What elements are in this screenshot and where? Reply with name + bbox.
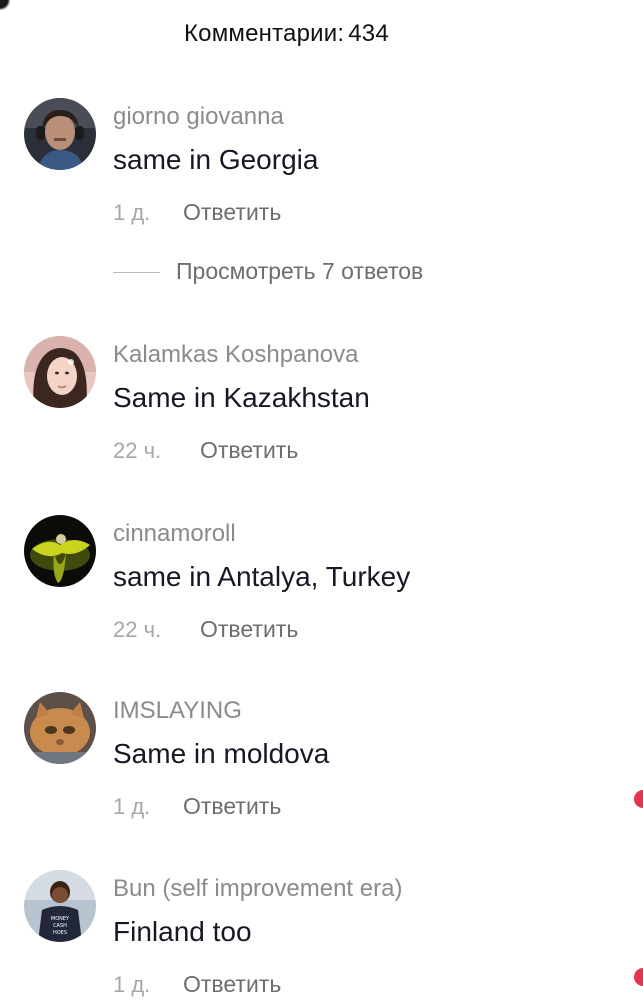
comments-panel: Комментарии: 434 giorno giovanna same in … bbox=[0, 0, 643, 1005]
comment-time: 1 д. bbox=[113, 794, 151, 819]
comment-username[interactable]: Kalamkas Koshpanova bbox=[113, 341, 358, 369]
reply-button[interactable]: Ответить bbox=[200, 437, 298, 464]
comments-count: 434 bbox=[348, 20, 389, 47]
comment-username[interactable]: giorno giovanna bbox=[113, 103, 284, 131]
avatar-man-headphones-icon[interactable] bbox=[24, 98, 96, 170]
window-corner bbox=[0, 0, 10, 10]
comment-time: 22 ч. bbox=[113, 438, 162, 463]
view-replies-divider bbox=[113, 272, 160, 274]
like-heart-icon[interactable] bbox=[634, 968, 643, 986]
avatar-dancer-icon[interactable] bbox=[24, 515, 96, 587]
comment-time: 1 д. bbox=[113, 972, 151, 997]
reply-button[interactable]: Ответить bbox=[183, 793, 281, 820]
comment-time: 22 ч. bbox=[113, 617, 162, 642]
svg-text:CASH: CASH bbox=[53, 923, 67, 929]
reply-button[interactable]: Ответить bbox=[200, 616, 298, 643]
comment-text: Same in moldova bbox=[113, 738, 330, 769]
comment-text: Finland too bbox=[113, 916, 252, 947]
reply-button[interactable]: Ответить bbox=[183, 971, 281, 998]
view-replies-button[interactable]: Просмотреть 7 ответов bbox=[113, 258, 423, 285]
comment-username[interactable]: Bun (self improvement era) bbox=[113, 875, 402, 903]
reply-button[interactable]: Ответить bbox=[183, 199, 281, 226]
comment-text: Same in Kazakhstan bbox=[113, 382, 370, 413]
comment-text: same in Georgia bbox=[113, 144, 319, 175]
comments-header: Комментарии: 434 bbox=[0, 20, 643, 48]
avatar-cat-icon[interactable] bbox=[24, 692, 96, 764]
svg-text:HOES: HOES bbox=[53, 930, 67, 936]
comment-username[interactable]: IMSLAYING bbox=[113, 697, 242, 725]
view-replies-label: Просмотреть 7 ответов bbox=[176, 258, 424, 284]
comment-text: same in Antalya, Turkey bbox=[113, 561, 411, 592]
like-heart-icon[interactable] bbox=[634, 790, 643, 808]
avatar-child-icon[interactable]: MONEY CASH HOES bbox=[24, 870, 96, 942]
comments-header-label: Комментарии: bbox=[184, 20, 345, 47]
comment-time: 1 д. bbox=[113, 200, 151, 225]
comment-username[interactable]: cinnamoroll bbox=[113, 520, 236, 548]
avatar-selfie-icon[interactable] bbox=[24, 336, 96, 408]
svg-text:MONEY: MONEY bbox=[51, 916, 70, 922]
